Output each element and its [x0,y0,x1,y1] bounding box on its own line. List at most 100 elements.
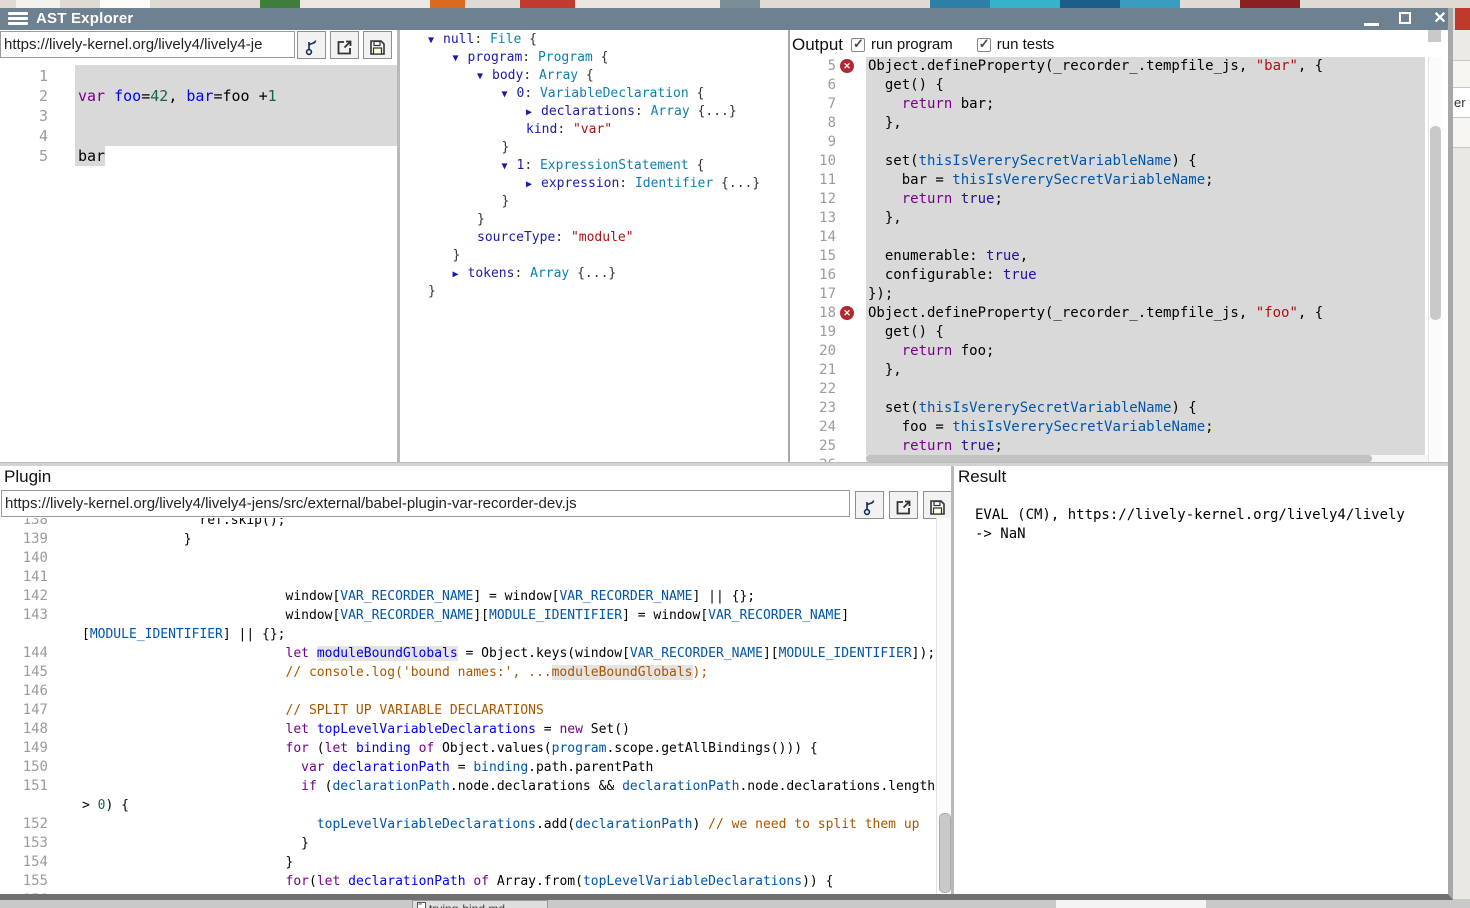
code-line[interactable]: 14 [790,228,1428,247]
collapse-arrow-icon[interactable]: ▼ [502,86,517,104]
code-line[interactable]: 22 [790,380,1428,399]
code-line[interactable]: 13 }, [790,209,1428,228]
code-line[interactable]: 9 [790,133,1428,152]
save-button[interactable] [363,31,392,59]
ast-tree-panel[interactable]: ▼null: File {▼program: Program {▼body: A… [400,30,788,462]
code-line[interactable]: 156 declarationPath.node.declarations.fo… [0,891,936,894]
ast-node[interactable]: ▼0: VariableDeclaration { [400,85,788,103]
code-line[interactable]: 6 get() { [790,76,1428,95]
code-line[interactable]: 149 for (let binding of Object.values(pr… [0,739,936,758]
minimize-button[interactable] [1362,8,1382,30]
version-graph-button[interactable] [855,491,884,519]
code-line[interactable]: 150 var declarationPath = binding.path.p… [0,758,936,777]
checkbox-label[interactable]: run tests [997,36,1055,53]
ast-node[interactable]: ▶declarations: Array {...} [400,103,788,121]
scrollbar-thumb[interactable] [1430,126,1441,320]
ast-node[interactable]: } [400,139,788,157]
background-tab[interactable]: ≡trying-bind.md [412,900,548,908]
checkbox-run-program[interactable]: ✓ [851,38,865,52]
code-line[interactable]: 8 }, [790,114,1428,133]
ast-node[interactable]: ▶tokens: Array {...} [400,265,788,283]
code-line[interactable]: 140 [0,549,936,568]
code-line[interactable]: 146 [0,682,936,701]
code-line[interactable]: > 0) { [0,796,936,815]
code-line[interactable]: 18✕Object.defineProperty(_recorder_.temp… [790,304,1428,323]
code-line[interactable]: 153 } [0,834,936,853]
code-line[interactable]: 2var foo=42, bar=foo +1 [0,86,397,106]
code-line[interactable]: 139 } [0,530,936,549]
code-line[interactable]: 152 topLevelVariableDeclarations.add(dec… [0,815,936,834]
horizontal-scrollbar[interactable] [866,455,1428,462]
code-line[interactable]: 3 [0,106,397,126]
code-line[interactable]: 1 [0,66,397,86]
code-line[interactable]: 17}); [790,285,1428,304]
checkbox-run-tests[interactable]: ✓ [977,38,991,52]
save-button[interactable] [923,491,951,519]
ast-node[interactable]: ▶expression: Identifier {...} [400,175,788,193]
collapse-arrow-icon[interactable]: ▼ [453,50,468,68]
maximize-button[interactable] [1396,8,1416,30]
code-line[interactable]: 23 set(thisIsVererySecretVariableName) { [790,399,1428,418]
ast-node[interactable]: } [400,247,788,265]
code-line[interactable]: 145 // console.log('bound names:', ...mo… [0,663,936,682]
code-line[interactable]: 148 let topLevelVariableDeclarations = n… [0,720,936,739]
ast-node[interactable]: kind: "var" [400,121,788,139]
version-graph-button[interactable] [297,31,326,59]
scrollbar-thumb[interactable] [866,455,1372,462]
scrollbar-stub[interactable] [1428,30,1441,42]
scrollbar-thumb[interactable] [939,813,951,893]
collapse-arrow-icon[interactable]: ▼ [477,68,492,86]
code-line[interactable]: 143 window[VAR_RECORDER_NAME][MODULE_IDE… [0,606,936,625]
collapse-arrow-icon[interactable]: ▼ [502,158,517,176]
checkbox-label[interactable]: run program [871,36,953,53]
titlebar[interactable]: AST Explorer ✕ [0,8,1448,30]
ast-node[interactable]: sourceType: "module" [400,229,788,247]
code-line[interactable]: 151 if (declarationPath.node.declaration… [0,777,936,796]
code-line[interactable]: 19 get() { [790,323,1428,342]
output-editor[interactable]: 5✕Object.defineProperty(_recorder_.tempf… [790,57,1428,462]
code-line[interactable]: 16 configurable: true [790,266,1428,285]
error-icon[interactable]: ✕ [840,306,854,320]
close-button[interactable]: ✕ [1430,8,1450,30]
code-line[interactable]: 7 return bar; [790,95,1428,114]
open-external-button[interactable] [330,31,359,59]
code-line[interactable]: 15 enumerable: true, [790,247,1428,266]
code-line[interactable]: 20 return foo; [790,342,1428,361]
vertical-scrollbar[interactable] [936,518,951,894]
expand-arrow-icon[interactable]: ▶ [526,104,541,122]
code-line[interactable]: 5✕Object.defineProperty(_recorder_.tempf… [790,57,1428,76]
ast-node[interactable]: } [400,211,788,229]
menu-icon[interactable] [8,12,28,27]
code-line[interactable]: 144 let moduleBoundGlobals = Object.keys… [0,644,936,663]
code-line[interactable]: 155 for(let declarationPath of Array.fro… [0,872,936,891]
vertical-scrollbar[interactable] [1428,57,1441,462]
source-editor[interactable]: 12var foo=42, bar=foo +1345bar [0,59,397,462]
plugin-url-input[interactable] [1,490,850,517]
open-external-button[interactable] [889,491,918,519]
expand-arrow-icon[interactable]: ▶ [453,266,468,284]
code-line[interactable]: [MODULE_IDENTIFIER] || {}; [0,625,936,644]
ast-node[interactable]: ▼1: ExpressionStatement { [400,157,788,175]
expand-arrow-icon[interactable]: ▶ [526,176,541,194]
ast-node[interactable]: } [400,193,788,211]
plugin-editor[interactable]: 138 ref.skip();139 }140141142 window[VAR… [0,518,936,894]
collapse-arrow-icon[interactable]: ▼ [428,32,443,50]
code-line[interactable]: 25 return true; [790,437,1428,456]
code-line[interactable]: 4 [0,126,397,146]
code-line[interactable]: 11 bar = thisIsVererySecretVariableName; [790,171,1428,190]
ast-node[interactable]: ▼program: Program { [400,49,788,67]
code-line[interactable]: 5bar [0,146,397,166]
code-line[interactable]: 154 } [0,853,936,872]
code-line[interactable]: 142 window[VAR_RECORDER_NAME] = window[V… [0,587,936,606]
code-line[interactable]: 12 return true; [790,190,1428,209]
ast-node[interactable]: ▼body: Array { [400,67,788,85]
code-line[interactable]: 141 [0,568,936,587]
ast-node[interactable]: } [400,283,788,301]
code-line[interactable]: 147 // SPLIT UP VARIABLE DECLARATIONS [0,701,936,720]
error-icon[interactable]: ✕ [840,59,854,73]
code-line[interactable]: 24 foo = thisIsVererySecretVariableName; [790,418,1428,437]
code-line[interactable]: 21 }, [790,361,1428,380]
ast-node[interactable]: ▼null: File { [400,31,788,49]
code-line[interactable]: 138 ref.skip(); [0,518,936,530]
source-url-input[interactable] [0,31,295,58]
